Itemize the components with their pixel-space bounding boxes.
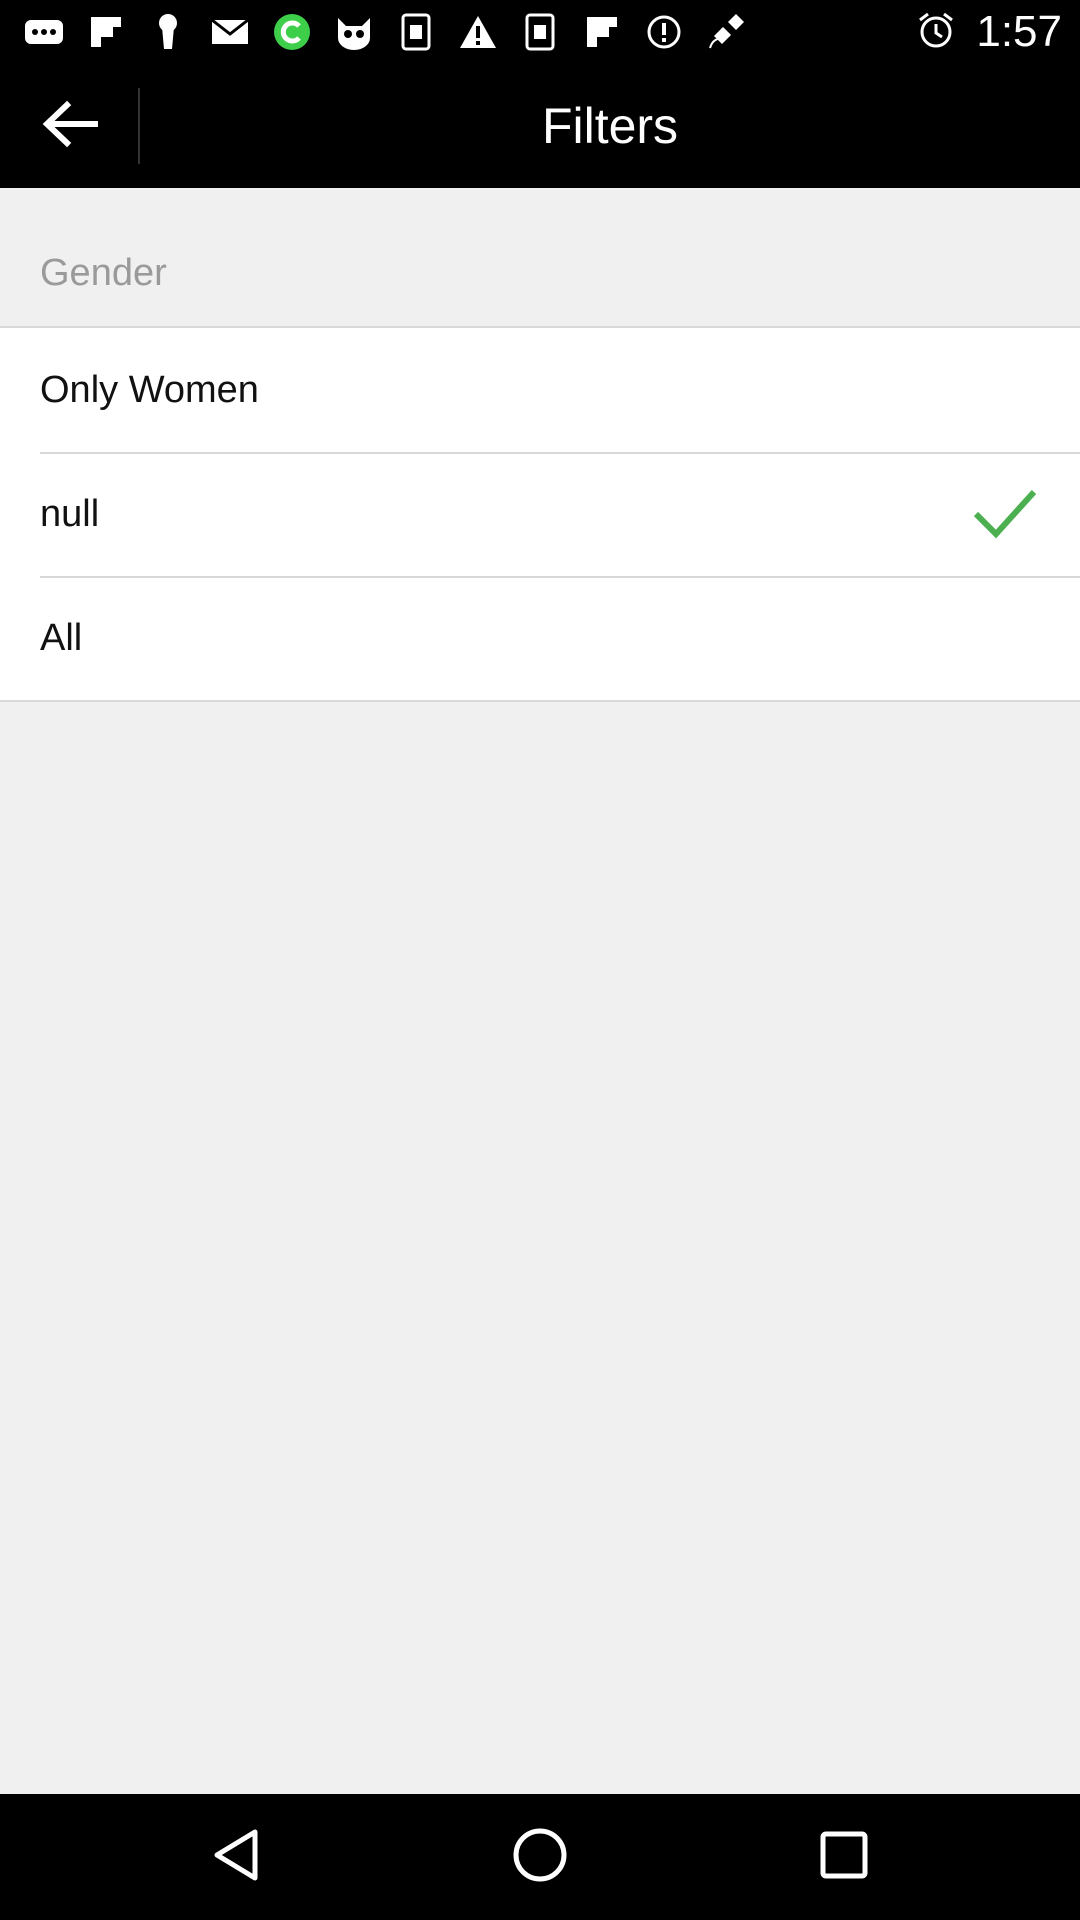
alarm-icon (916, 10, 956, 55)
flipboard-icon (582, 12, 622, 52)
nav-back-button[interactable] (203, 1824, 269, 1890)
option-label: Only Women (40, 368, 259, 411)
option-null[interactable]: null (0, 452, 1080, 576)
option-only-women[interactable]: Only Women (0, 328, 1080, 452)
back-button[interactable] (0, 64, 138, 188)
checkmark-icon (970, 482, 1040, 546)
nav-home-button[interactable] (507, 1824, 573, 1890)
cat-mascot-icon (334, 12, 374, 52)
back-triangle-icon (211, 1828, 261, 1887)
section-header-gender: Gender (0, 188, 1080, 328)
option-label: null (40, 492, 100, 535)
dots-icon (24, 12, 64, 52)
section-header-label: Gender (40, 252, 167, 294)
frame-icon (520, 12, 560, 52)
notification-icons (24, 12, 746, 52)
flipboard-icon (86, 12, 126, 52)
keyhole-icon (148, 12, 188, 52)
gender-option-list: Only Women null All (0, 328, 1080, 702)
option-label: All (40, 616, 83, 659)
page-title: Filters (541, 98, 679, 154)
recents-square-icon (819, 1830, 869, 1885)
info-icon (644, 12, 684, 52)
fake-gps-satellite-icon (706, 12, 746, 52)
app-bar: Filters (0, 64, 1080, 188)
option-all[interactable]: All (0, 576, 1080, 700)
nav-recents-button[interactable] (811, 1824, 877, 1890)
frame-icon (396, 12, 436, 52)
status-clock: 1:57 (976, 7, 1062, 56)
arrow-left-icon (39, 99, 99, 154)
home-circle-icon (512, 1827, 568, 1888)
status-bar: 1:57 (0, 0, 1080, 64)
warning-icon (458, 12, 498, 52)
navigation-bar (0, 1794, 1080, 1920)
green-c-app-icon (272, 12, 312, 52)
mail-icon (210, 12, 250, 52)
